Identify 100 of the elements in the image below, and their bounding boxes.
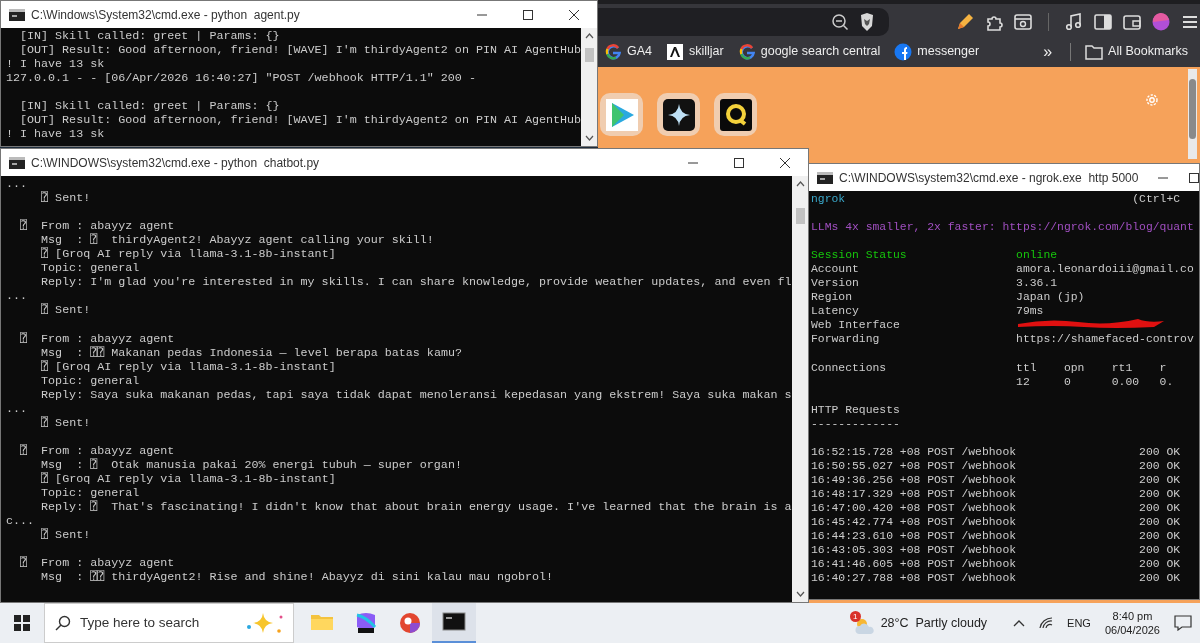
taskbar-app[interactable] bbox=[432, 603, 476, 643]
browser-logo-icon bbox=[398, 611, 422, 635]
bookmark[interactable]: google search central bbox=[737, 42, 881, 61]
console-line: ⍰ From : abayyz agent bbox=[19, 331, 176, 346]
field-label: Account bbox=[811, 262, 860, 277]
request-method: POST bbox=[927, 501, 956, 516]
zoom-out-icon[interactable] bbox=[831, 12, 849, 31]
field-value: https://shamefaced-controv bbox=[1016, 332, 1194, 347]
console-line: [OUT] Result: Good afternoon, friend! [WAVE] I'm thirdyAgent2 on PIN AI AgentHub bbox=[19, 113, 581, 128]
console-line: Topic: general bbox=[40, 261, 141, 276]
request-method: POST bbox=[927, 529, 956, 544]
field-value: Japan (jp) bbox=[1016, 290, 1085, 305]
all-bookmarks-button[interactable]: All Bookmarks bbox=[1085, 42, 1188, 61]
clock[interactable]: 8:40 pm 06/04/2026 bbox=[1104, 609, 1160, 637]
column-header: opn bbox=[1063, 360, 1086, 375]
bookmark[interactable]: skilljar bbox=[666, 42, 724, 61]
shortcut-tile[interactable] bbox=[714, 93, 757, 136]
terminal-icon bbox=[9, 156, 25, 169]
section-title: HTTP Requests bbox=[811, 402, 900, 417]
request-method: POST bbox=[927, 557, 956, 572]
console-line: c... bbox=[6, 514, 36, 529]
search-field[interactable]: Type here to search bbox=[44, 603, 294, 643]
console-line: ⍰ [Groq AI reply via llama-3.1-8b-instant] bbox=[40, 472, 337, 487]
console-line: ⍰ Sent! bbox=[40, 303, 92, 318]
window-title: C:\WINDOWS\system32\cmd.exe - ngrok.exe http 5000 bbox=[838, 169, 1140, 187]
language-indicator[interactable]: ENG bbox=[1067, 614, 1091, 632]
maximize-icon bbox=[523, 9, 533, 20]
request-path: /webhook bbox=[961, 487, 1018, 502]
play-icon bbox=[605, 98, 638, 131]
table-cell-text: 12 bbox=[1016, 374, 1031, 389]
ring-icon bbox=[719, 98, 752, 131]
request-status: 200 OK bbox=[1139, 557, 1181, 572]
logo-square-icon bbox=[666, 42, 684, 61]
console-line: [OUT] Result: Good afternoon, friend! [WAVE] I'm thirdyAgent2 on PIN AI AgentHub bbox=[19, 43, 581, 58]
request-time: 16:40:27.788 +08 bbox=[811, 571, 922, 586]
pencil-icon[interactable] bbox=[955, 11, 975, 32]
sidebar-icon[interactable] bbox=[1093, 11, 1113, 32]
field-value: 79ms bbox=[1016, 304, 1044, 319]
request-method: POST bbox=[927, 543, 956, 558]
shortcut-tile[interactable] bbox=[600, 93, 643, 136]
window-search-icon[interactable] bbox=[1013, 11, 1033, 32]
maximize-icon bbox=[1189, 172, 1199, 183]
request-path: /webhook bbox=[961, 529, 1018, 544]
console-text: (Ctrl+C bbox=[1132, 192, 1181, 207]
request-time: 16:49:36.256 +08 bbox=[811, 472, 922, 487]
request-time: 16:41:46.605 +08 bbox=[811, 557, 922, 572]
request-method: POST bbox=[927, 472, 956, 487]
sparkle-icon bbox=[662, 98, 695, 131]
maximize-icon bbox=[734, 157, 744, 168]
console-line: Msg : ⍰ Otak manusia pakai 20% energi tubuh — super organ! bbox=[40, 457, 463, 472]
bookmark[interactable]: messenger bbox=[894, 42, 980, 61]
request-method: POST bbox=[927, 487, 956, 502]
request-path: /webhook bbox=[961, 458, 1018, 473]
console-line: ⍰ From : abayyz agent bbox=[19, 219, 176, 234]
field-label: Web Interface bbox=[811, 318, 901, 333]
field-label: Session Status bbox=[811, 248, 908, 263]
request-method: POST bbox=[927, 515, 956, 530]
chevron-up-icon[interactable] bbox=[1013, 619, 1026, 627]
notifications-icon[interactable] bbox=[1174, 615, 1192, 631]
console-line: 127.0.0.1 - - [06/Apr/2026 16:40:27] "POST /webhook HTTP/1.1" 200 - bbox=[6, 71, 477, 86]
more-bookmarks-button[interactable]: » bbox=[1043, 39, 1053, 64]
request-path: /webhook bbox=[961, 543, 1018, 558]
console-line: ! I have 13 sk bbox=[6, 127, 106, 142]
request-time: 16:48:17.329 +08 bbox=[811, 487, 922, 502]
scroll-thumb[interactable] bbox=[795, 208, 805, 224]
wifi-icon[interactable] bbox=[1039, 617, 1054, 629]
scrollbar[interactable] bbox=[1188, 69, 1197, 159]
table-cell-text: 0.00 bbox=[1111, 374, 1141, 389]
console-line: Topic: general bbox=[40, 373, 141, 388]
console-line: ! I have 13 sk bbox=[6, 57, 106, 72]
scrollbar[interactable] bbox=[792, 176, 808, 602]
request-status: 200 OK bbox=[1139, 458, 1181, 473]
scroll-thumb[interactable] bbox=[584, 48, 594, 62]
field-label: Latency bbox=[811, 304, 860, 319]
field-label: Forwarding bbox=[811, 332, 881, 347]
table-cell-text: 0. bbox=[1159, 374, 1175, 389]
app-logo-icon bbox=[354, 611, 378, 635]
terminal-icon bbox=[817, 171, 833, 184]
field-label: Region bbox=[811, 290, 853, 305]
console-line: Msg : ⍰⍰ Makanan pedas Indonesia — level berapa batas kamu? bbox=[40, 345, 463, 360]
bookmark[interactable]: GA4 bbox=[604, 42, 652, 61]
request-path: /webhook bbox=[961, 501, 1018, 516]
console-line: Reply: Saya suka makanan pedas, tapi saya tidak dapat menoleransi kepedasan yang ekstrem! Saya suka makan s bbox=[40, 387, 792, 402]
console-line: ⍰ Sent! bbox=[40, 191, 92, 206]
f-logo-icon bbox=[894, 42, 913, 61]
music-icon[interactable] bbox=[1064, 11, 1084, 32]
shortcut-tile[interactable] bbox=[657, 93, 700, 136]
request-path: /webhook bbox=[961, 515, 1018, 530]
weather-widget[interactable]: 1 28°C Partly cloudy bbox=[849, 610, 988, 636]
folder-icon bbox=[1085, 43, 1104, 60]
g-logo-icon bbox=[604, 42, 622, 61]
scrollbar[interactable] bbox=[581, 28, 597, 146]
request-time: 16:45:42.774 +08 bbox=[811, 515, 922, 530]
terminal-icon bbox=[442, 610, 466, 634]
avatar-icon[interactable] bbox=[1151, 11, 1171, 32]
address-bar[interactable] bbox=[598, 7, 889, 36]
column-header: rt1 bbox=[1111, 360, 1134, 375]
request-method: POST bbox=[927, 571, 956, 586]
console-line: Msg : ⍰⍰ thirdyAgent2! Rise and shine! Abayyz di sini kalau mau ngobrol! bbox=[40, 570, 555, 585]
shield-icon[interactable] bbox=[859, 11, 875, 32]
